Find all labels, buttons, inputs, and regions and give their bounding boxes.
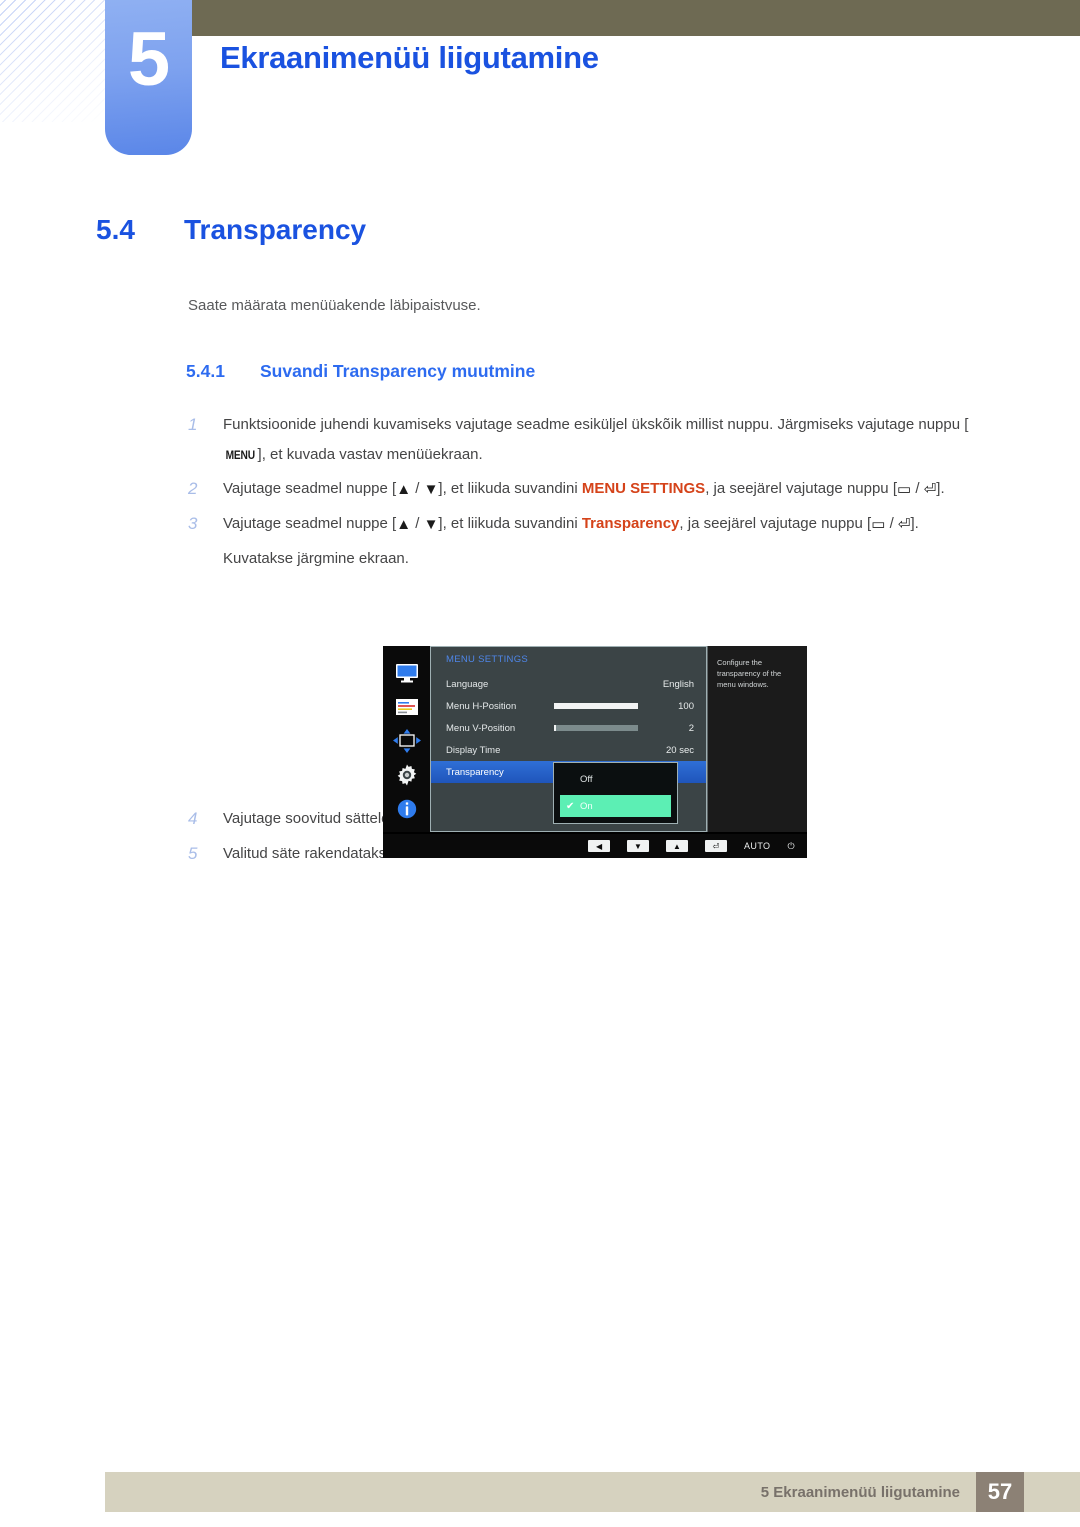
dropdown-option-label: Off [580,773,593,785]
subsection-heading: 5.4.1 Suvandi Transparency muutmine [186,361,535,382]
osd-slider-fill [554,725,556,731]
power-icon[interactable]: ⏻ [787,841,795,852]
step-text-fragment: , ja seejärel vajutage nuppu [ [705,480,897,497]
step-text-fragment: ], et liikuda suvandini [438,515,582,532]
step-number: 5 [188,844,198,863]
button-glyph-icon: ▲ [396,481,412,498]
osd-button-up-icon[interactable]: ▲ [666,840,689,852]
osd-row-label: Transparency [446,766,504,778]
section-number: 5.4 [96,214,135,245]
decorative-hatch-corner [0,0,112,122]
step-text-fragment: ]. [936,480,945,497]
step-number: 4 [188,809,198,828]
osd-row[interactable]: Language English [431,673,706,695]
page-footer: 5 Ekraanimenüü liigutamine 57 [105,1472,1080,1512]
osd-button-down-icon[interactable]: ▼ [627,840,650,852]
page-number: 57 [976,1472,1024,1512]
step-text-fragment: Valitud säte rakendatakse. [223,845,399,862]
step-text: Vajutage seadmel nuppe [▲ / ▼], et liiku… [223,509,978,540]
section-title: Transparency [184,214,367,245]
step-text-fragment: Vajutage seadmel nuppe [ [223,480,397,497]
osd-row-value: 20 sec [666,744,694,756]
osd-row-control [554,703,650,709]
osd-row-label: Menu V-Position [446,722,516,734]
instruction-step: 3 Vajutage seadmel nuppe [▲ / ▼], et liik… [188,509,978,540]
button-glyph-icon: ⏎ [923,481,937,498]
osd-row[interactable]: Display Time 20 sec [431,739,706,761]
step-text: Funktsioonide juhendi kuvamiseks vajutag… [223,410,978,470]
highlighted-term: MENU SETTINGS [581,480,706,497]
monitor-icon [392,660,422,686]
step-text-fragment: ], et liikuda suvandini [438,480,582,497]
footer-chapter-label: 5 Ekraanimenüü liigutamine [760,1483,960,1501]
osd-help-text: Configure the transparency of the menu w… [717,658,782,689]
step-text: Vajutage seadmel nuppe [▲ / ▼], et liiku… [223,474,978,505]
osd-row[interactable]: Menu V-Position 2 [431,717,706,739]
step-text-fragment: Funktsioonide juhendi kuvamiseks vajutag… [223,416,969,433]
menu-key-label: MENU [225,448,256,462]
step-number: 1 [188,415,198,434]
button-glyph-icon: ▼ [423,516,439,533]
chapter-tab: 5 [105,0,192,155]
step-text-fragment: / [885,515,898,532]
dropdown-option-off[interactable]: Off [560,768,671,790]
osd-row-control [554,725,650,731]
button-glyph-icon: ▼ [423,481,439,498]
highlighted-term: Transparency [581,515,680,532]
osd-icon-sidebar [383,646,430,832]
osd-panel-title: MENU SETTINGS [446,654,529,665]
subsection-title: Suvandi Transparency muutmine [260,361,536,381]
step-text-fragment: , ja seejärel vajutage nuppu [ [679,515,872,532]
button-glyph-icon: ▭ [871,516,886,533]
dropdown-option-on[interactable]: ✔ On [560,795,671,817]
osd-slider[interactable] [554,725,638,731]
button-glyph-icon: ⏎ [897,516,911,533]
chapter-number: 5 [127,17,170,102]
dropdown-option-label: On [580,800,593,812]
osd-row-label: Display Time [446,744,501,756]
osd-button-enter-icon[interactable]: ⏎ [705,840,728,852]
picture-color-icon [392,694,422,720]
osd-slider-fill [554,703,638,709]
header-olive-bar [192,0,1080,36]
instruction-step: 1 Funktsioonide juhendi kuvamiseks vajuta… [188,410,978,470]
section-intro-text: Saate määrata menüüakende läbipaistvuse. [188,297,481,314]
gear-icon [392,762,422,788]
step-text-fragment: / [411,480,424,497]
osd-screenshot: MENU SETTINGS Language English Menu H-Posi… [383,646,807,858]
step-note: Kuvatakse järgmine ekraan. [223,550,409,567]
transparency-dropdown[interactable]: Off ✔ On [553,762,678,824]
osd-button-left-icon[interactable]: ◀ [588,840,611,852]
step-text-fragment: / [411,515,424,532]
osd-row-value: English [662,678,694,690]
osd-row-value: 2 [688,722,694,734]
osd-slider[interactable] [554,703,638,709]
osd-row-value: 100 [678,700,694,712]
osd-help-panel: Configure the transparency of the menu w… [707,646,807,832]
osd-row[interactable]: Menu H-Position 100 [431,695,706,717]
size-position-icon [392,728,422,754]
osd-button-auto[interactable]: AUTO [744,841,770,851]
step-text-fragment: / [911,480,924,497]
subsection-number: 5.4.1 [186,361,225,381]
step-text-fragment: ], et kuvada vastav menüüekraan. [257,446,483,463]
osd-row-label: Language [446,678,489,690]
instruction-step: 2 Vajutage seadmel nuppe [▲ / ▼], et liik… [188,474,978,505]
section-heading: 5.4 Transparency [96,214,366,246]
chapter-title: Ekraanimenüü liigutamine [220,40,599,75]
step-text-fragment: ]. [910,515,919,532]
button-glyph-icon: ▭ [897,481,912,498]
info-icon [392,796,422,822]
osd-footer-bar: ◀ ▼ ▲ ⏎ AUTO ⏻ [383,834,807,858]
osd-row-label: Menu H-Position [446,700,517,712]
button-glyph-icon: ▲ [396,516,412,533]
step-number: 2 [188,479,198,498]
step-text-fragment: Vajutage seadmel nuppe [ [223,515,397,532]
checkmark-icon: ✔ [566,800,575,812]
step-number: 3 [188,514,198,533]
